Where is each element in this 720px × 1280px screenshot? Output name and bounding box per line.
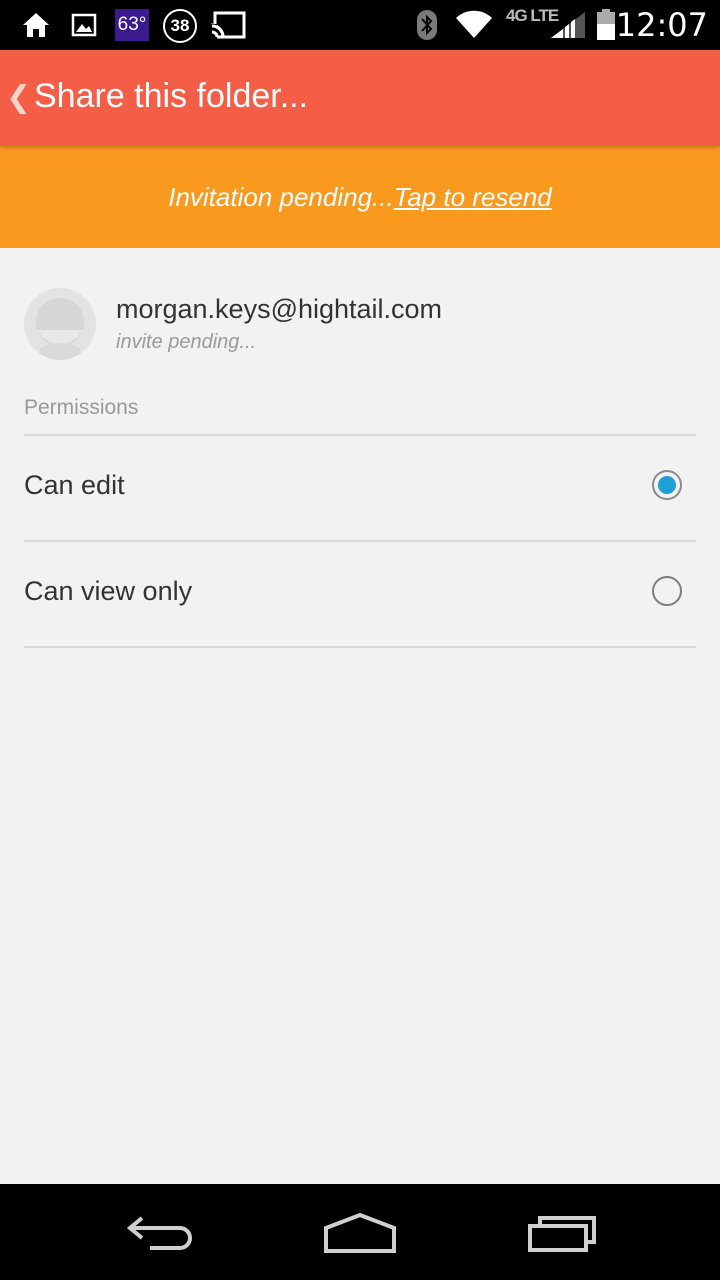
- permission-option-can-edit[interactable]: Can edit: [24, 436, 696, 540]
- weather-badge: 63°: [115, 9, 149, 41]
- invitation-banner: Invitation pending... Tap to resend: [0, 146, 720, 248]
- permissions-label: Permissions: [24, 396, 139, 419]
- permission-option-label: Can view only: [24, 576, 193, 606]
- wifi-icon: [454, 9, 494, 41]
- contact-status: invite pending...: [116, 331, 257, 353]
- back-icon[interactable]: [120, 1208, 200, 1256]
- divider: [24, 646, 696, 648]
- contact-row: morgan.keys@hightail.com invite pending.…: [24, 288, 696, 362]
- person-icon: [24, 288, 96, 360]
- gallery-icon: [70, 9, 98, 41]
- radio-button[interactable]: [652, 576, 682, 606]
- avatar: [24, 288, 96, 360]
- radio-button-selected[interactable]: [652, 470, 682, 500]
- page-title[interactable]: Share this folder...: [34, 77, 308, 116]
- app-bar: ❮ Share this folder...: [0, 50, 720, 146]
- signal-icon: [548, 9, 588, 41]
- home-icon[interactable]: [320, 1208, 400, 1256]
- home-icon: [20, 9, 52, 41]
- status-bar: 63° 38 4G LTE 12:07: [0, 0, 720, 50]
- clock: 12:07: [615, 6, 708, 44]
- bluetooth-icon: [414, 9, 440, 41]
- resend-link[interactable]: Tap to resend: [394, 182, 552, 213]
- navigation-bar: [0, 1184, 720, 1280]
- permission-option-can-view-only[interactable]: Can view only: [24, 542, 696, 646]
- banner-text: Invitation pending...: [168, 181, 394, 212]
- battery-icon: [594, 9, 618, 41]
- recent-apps-icon[interactable]: [524, 1208, 604, 1256]
- permission-option-label: Can edit: [24, 470, 125, 500]
- cast-icon: [208, 9, 248, 41]
- back-chevron-icon[interactable]: ❮: [6, 80, 31, 115]
- notification-count-badge: 38: [163, 9, 197, 43]
- contact-email: morgan.keys@hightail.com: [116, 294, 443, 324]
